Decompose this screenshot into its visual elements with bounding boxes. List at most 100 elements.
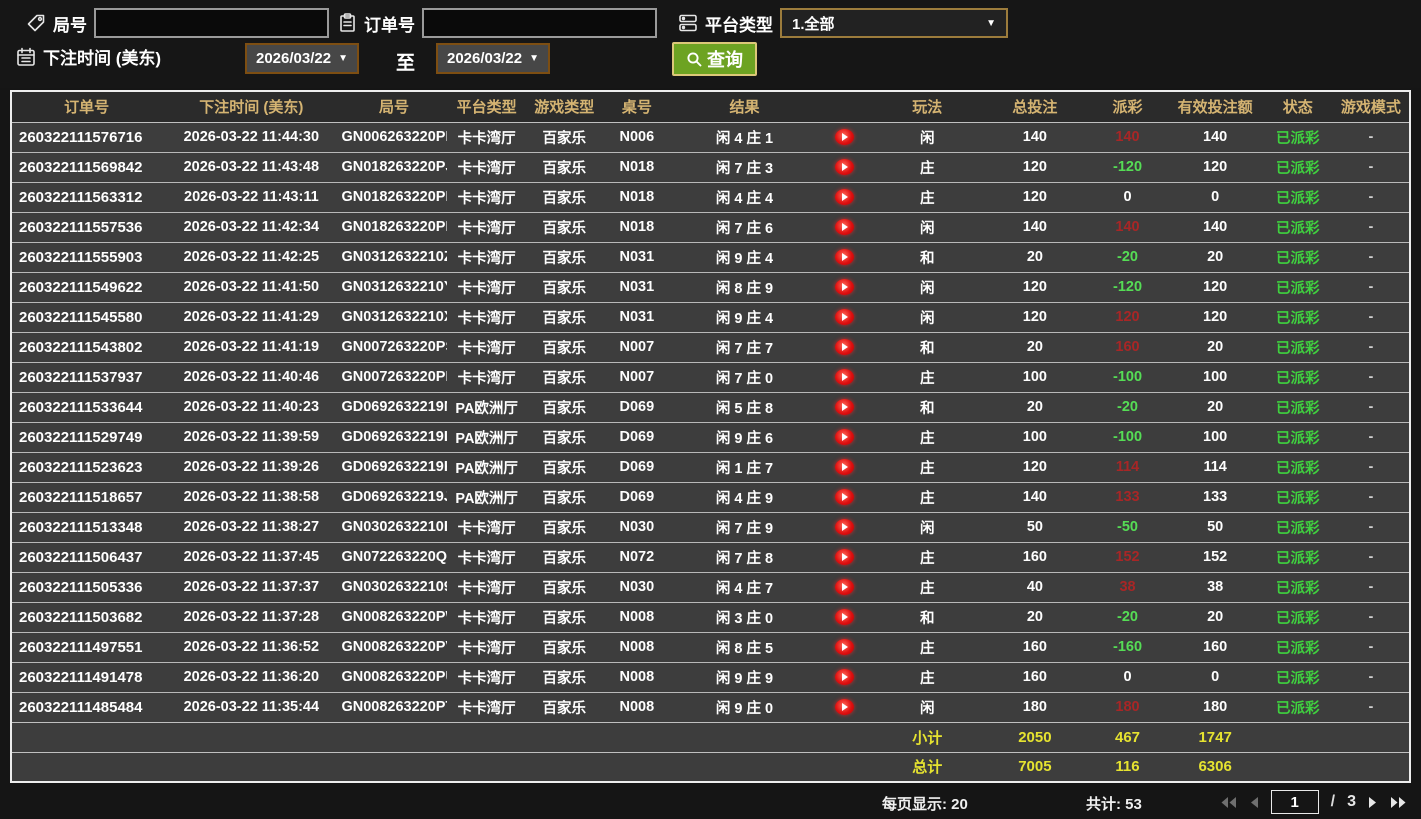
last-page-button[interactable]	[1390, 796, 1407, 809]
page-input[interactable]	[1270, 790, 1319, 814]
cell-platform: 卡卡湾厅	[446, 272, 527, 303]
replay-play-icon[interactable]	[835, 129, 855, 146]
cell-order-no: 260322111518657	[11, 482, 162, 513]
query-button[interactable]: 查询	[672, 42, 757, 76]
cell-valid-bet: 120	[1167, 272, 1263, 303]
replay-play-icon[interactable]	[835, 189, 855, 206]
cell-payout: 160	[1087, 332, 1168, 363]
cell-game-no: GN018263220PI	[341, 182, 447, 213]
cell-total-bet: 120	[982, 272, 1088, 303]
cell-platform: 卡卡湾厅	[446, 692, 527, 723]
cell-game-no: GN006263220PE	[341, 122, 447, 153]
cell-order-no: 260322111543802	[11, 332, 162, 363]
order-no-input[interactable]	[422, 8, 657, 38]
replay-play-icon[interactable]	[835, 579, 855, 596]
col-valid-bet: 有效投注额	[1167, 91, 1263, 123]
cell-valid-bet: 114	[1167, 452, 1263, 483]
cell-play	[817, 302, 873, 333]
prev-page-button[interactable]	[1249, 796, 1259, 809]
game-no-input[interactable]	[94, 8, 329, 38]
cell-result: 闲 4 庄 9	[671, 482, 818, 513]
replay-play-icon[interactable]	[835, 279, 855, 296]
cell-valid-bet: 140	[1167, 122, 1263, 153]
chevron-down-icon: ▼	[338, 53, 348, 64]
cell-bet-time: 2026-03-22 11:37:28	[161, 602, 342, 633]
cell-valid-bet: 160	[1167, 632, 1263, 663]
cell-table-no: D069	[601, 392, 672, 423]
date-from-select[interactable]: 2026/03/22 ▼	[245, 43, 359, 74]
page-separator: /	[1330, 793, 1336, 810]
replay-play-icon[interactable]	[835, 399, 855, 416]
cell-valid-bet: 38	[1167, 572, 1263, 603]
replay-play-icon[interactable]	[835, 669, 855, 686]
cell-platform: 卡卡湾厅	[446, 662, 527, 693]
cell-valid-bet: 120	[1167, 152, 1263, 183]
search-icon	[686, 51, 703, 68]
cell-payout: 152	[1087, 542, 1168, 573]
cell-bet-type: 庄	[872, 482, 983, 513]
replay-play-icon[interactable]	[835, 699, 855, 716]
replay-play-icon[interactable]	[835, 159, 855, 176]
table-row: 260322111533644 2026-03-22 11:40:23 GD0692…	[11, 392, 1410, 423]
replay-play-icon[interactable]	[835, 489, 855, 506]
table-row: 260322111503682 2026-03-22 11:37:28 GN0082…	[11, 602, 1410, 633]
cell-table-no: N031	[601, 302, 672, 333]
cell-platform: 卡卡湾厅	[446, 512, 527, 543]
replay-play-icon[interactable]	[835, 219, 855, 236]
cell-game-type: 百家乐	[526, 332, 602, 363]
cell-result: 闲 9 庄 6	[671, 422, 818, 453]
replay-play-icon[interactable]	[835, 459, 855, 476]
cell-mode: -	[1332, 212, 1410, 243]
cell-game-type: 百家乐	[526, 632, 602, 663]
replay-play-icon[interactable]	[835, 429, 855, 446]
date-to-select[interactable]: 2026/03/22 ▼	[436, 43, 550, 74]
cell-order-no: 260322111555903	[11, 242, 162, 273]
cell-table-no: N018	[601, 182, 672, 213]
cell-total-bet: 100	[982, 362, 1088, 393]
col-status: 状态	[1262, 91, 1333, 123]
cell-game-no: GD0692632219L	[341, 422, 447, 453]
next-page-button[interactable]	[1368, 796, 1378, 809]
replay-play-icon[interactable]	[835, 519, 855, 536]
replay-play-icon[interactable]	[835, 249, 855, 266]
cell-platform: 卡卡湾厅	[446, 152, 527, 183]
cell-mode: -	[1332, 602, 1410, 633]
cell-status: 已派彩	[1262, 182, 1333, 213]
replay-play-icon[interactable]	[835, 309, 855, 326]
cell-platform: 卡卡湾厅	[446, 602, 527, 633]
cell-table-no: N030	[601, 512, 672, 543]
cell-play	[817, 692, 873, 723]
cell-table-no: N008	[601, 662, 672, 693]
table-row: 260322111563312 2026-03-22 11:43:11 GN0182…	[11, 182, 1410, 213]
cell-payout: -100	[1087, 362, 1168, 393]
replay-play-icon[interactable]	[835, 639, 855, 656]
cell-play	[817, 662, 873, 693]
cell-platform: 卡卡湾厅	[446, 572, 527, 603]
subtotal-payout: 467	[1087, 721, 1168, 752]
platform-type-select[interactable]: 1.全部 ▼	[780, 8, 1008, 38]
cell-payout: -50	[1087, 512, 1168, 543]
betting-records-page: 局号 订单号 平台类型 1.全部 ▼ 下注时间 (美东) 2026/03/22 …	[0, 0, 1421, 819]
cell-table-no: N018	[601, 152, 672, 183]
cell-platform: PA欧洲厅	[446, 422, 527, 453]
cell-mode: -	[1332, 392, 1410, 423]
cell-bet-type: 和	[872, 602, 983, 633]
cell-order-no: 260322111563312	[11, 182, 162, 213]
first-page-button[interactable]	[1220, 796, 1237, 809]
cell-play	[817, 332, 873, 363]
cell-valid-bet: 120	[1167, 302, 1263, 333]
replay-play-icon[interactable]	[835, 369, 855, 386]
cell-payout: 120	[1087, 302, 1168, 333]
grand-total-payout: 116	[1087, 751, 1168, 782]
cell-table-no: N031	[601, 242, 672, 273]
replay-play-icon[interactable]	[835, 339, 855, 356]
cell-play	[817, 512, 873, 543]
cell-bet-type: 庄	[872, 632, 983, 663]
cell-payout: 38	[1087, 572, 1168, 603]
cell-valid-bet: 20	[1167, 602, 1263, 633]
replay-play-icon[interactable]	[835, 609, 855, 626]
replay-play-icon[interactable]	[835, 549, 855, 566]
cell-valid-bet: 0	[1167, 182, 1263, 213]
cell-play	[817, 392, 873, 423]
cell-bet-time: 2026-03-22 11:35:44	[161, 692, 342, 723]
